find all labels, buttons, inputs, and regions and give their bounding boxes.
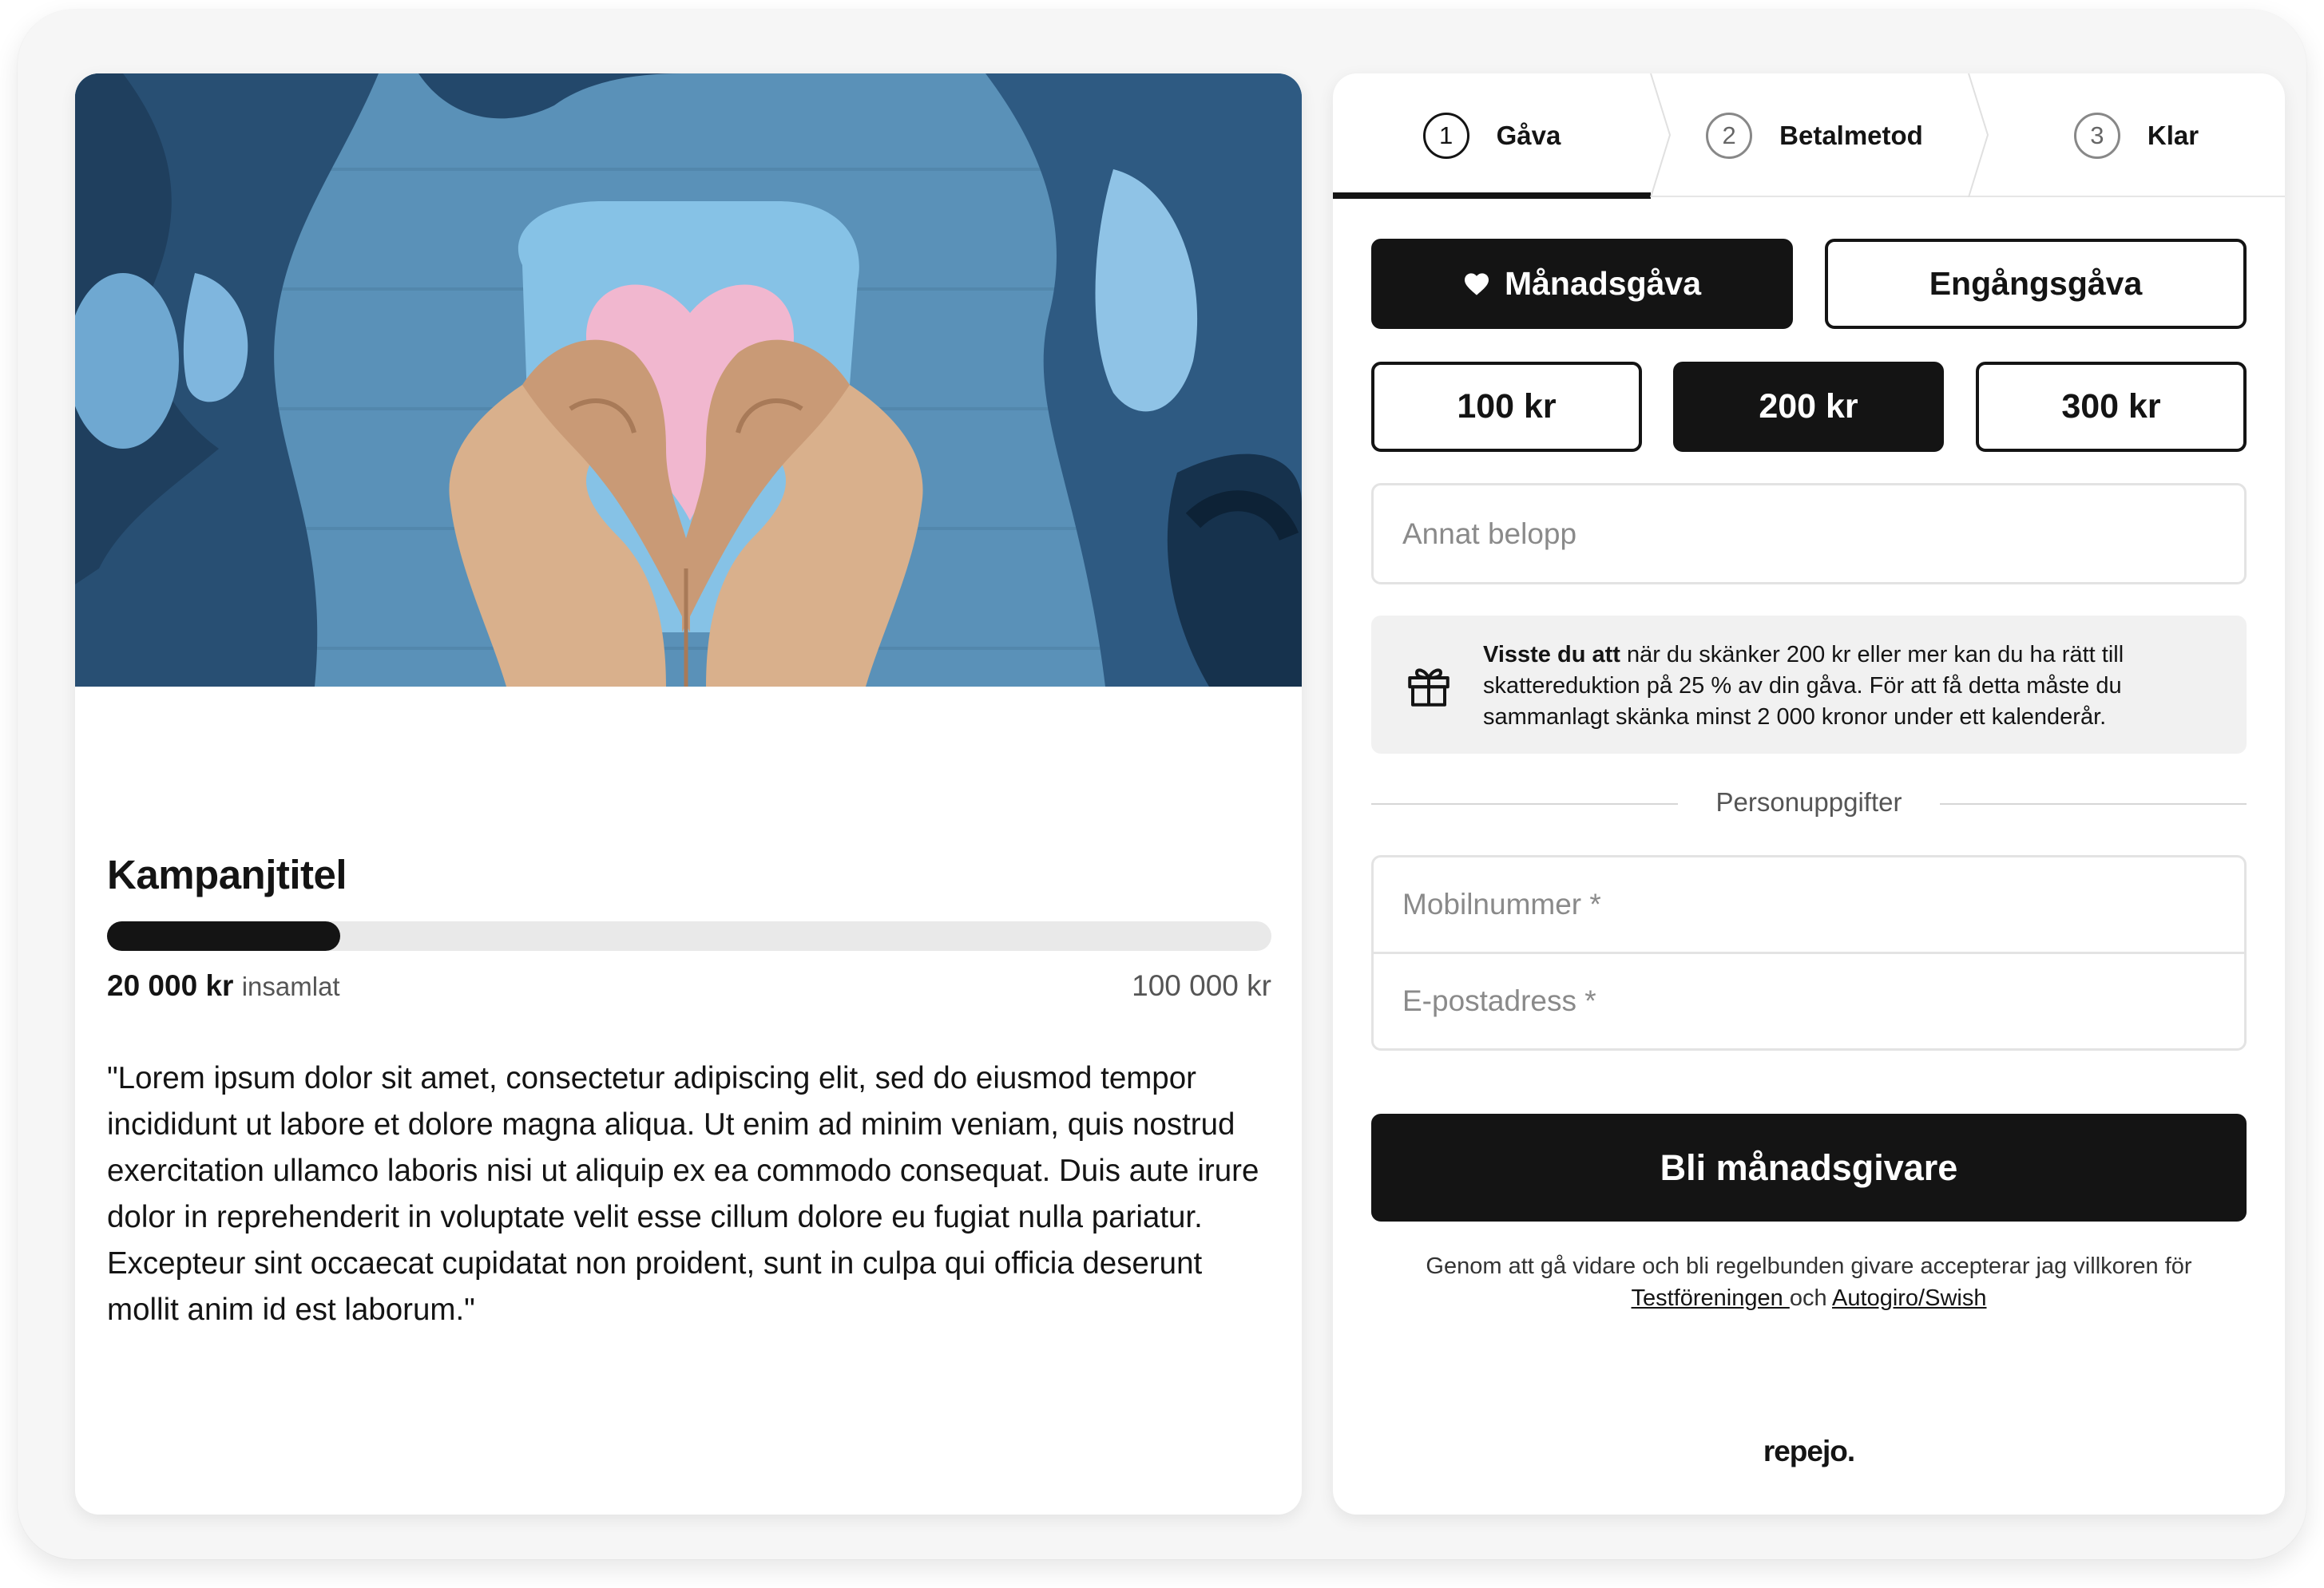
mobile-placeholder: Mobilnummer *	[1402, 888, 1601, 921]
terms-and: och	[1789, 1285, 1833, 1311]
amount-option-label: 200 kr	[1759, 387, 1858, 426]
amount-option-label: 100 kr	[1457, 387, 1557, 426]
email-input[interactable]: E-postadress *	[1371, 952, 2247, 1051]
gift-icon	[1408, 668, 1450, 707]
step-number: 3	[2073, 112, 2120, 159]
campaign-title: Kampanjtitel	[107, 852, 347, 897]
campaign-description: "Lorem ipsum dolor sit amet, consectetur…	[107, 1061, 1259, 1327]
tax-deduction-info: Visste du att när du skänker 200 kr elle…	[1371, 616, 2247, 754]
one-time-gift-label: Engångsgåva	[1929, 265, 2143, 302]
terms-body: Genom att gå vidare och bli regelbunden …	[1426, 1253, 2192, 1279]
terms-text: Genom att gå vidare och bli regelbunden …	[1371, 1250, 2247, 1314]
goal-amount: 100 000 kr	[1132, 969, 1271, 1002]
brand-logo: repejo.	[1763, 1435, 1855, 1467]
step-label: Gåva	[1496, 120, 1561, 150]
amount-option-label: 300 kr	[2061, 387, 2161, 426]
campaign-hero-image	[75, 73, 1302, 687]
fundraising-progress-bar	[107, 921, 1271, 951]
step-label: Betalmetod	[1779, 120, 1923, 150]
raised-amount-row: 20 000 kr insamlat	[107, 969, 340, 1003]
campaign-card: Kampanjtitel 20 000 kr insamlat 100 000 …	[75, 73, 1302, 1515]
personal-info-heading: Personuppgifter	[1715, 787, 1902, 817]
other-amount-input[interactable]: Annat belopp	[1371, 483, 2247, 584]
terms-link-organization[interactable]: Testföreningen	[1632, 1285, 1790, 1311]
raised-label: insamlat	[241, 972, 340, 1001]
fundraising-progress-fill	[107, 921, 340, 951]
step-number: 2	[1706, 112, 1753, 159]
mobile-number-input[interactable]: Mobilnummer *	[1371, 855, 2247, 954]
amount-option-300[interactable]: 300 kr	[1976, 362, 2247, 452]
tax-info-text: Visste du att när du skänker 200 kr elle…	[1483, 640, 2218, 733]
heart-icon	[1464, 272, 1489, 295]
app-frame: Kampanjtitel 20 000 kr insamlat 100 000 …	[18, 10, 2306, 1559]
step-done[interactable]: 3 Klar	[1988, 73, 2285, 197]
step-label: Klar	[2147, 120, 2199, 150]
cta-label: Bli månadsgivare	[1660, 1146, 1958, 1188]
become-monthly-donor-button[interactable]: Bli månadsgivare	[1371, 1114, 2247, 1222]
monthly-gift-label: Månadsgåva	[1504, 265, 1702, 302]
tax-info-bold: Visste du att	[1483, 642, 1620, 667]
other-amount-placeholder: Annat belopp	[1402, 517, 1577, 550]
email-placeholder: E-postadress *	[1402, 984, 1596, 1017]
donation-form-card: 1 Gåva 2 Betalmetod 3 Klar Månadsgåva En…	[1333, 73, 2285, 1515]
raised-amount: 20 000 kr	[107, 969, 234, 1002]
step-payment-method[interactable]: 2 Betalmetod	[1660, 73, 1969, 197]
step-number: 1	[1422, 112, 1469, 159]
monthly-gift-button[interactable]: Månadsgåva	[1371, 239, 1793, 329]
one-time-gift-button[interactable]: Engångsgåva	[1825, 239, 2247, 329]
terms-link-autogiro-swish[interactable]: Autogiro/Swish	[1832, 1285, 1986, 1311]
personal-info-divider: Personuppgifter	[1371, 787, 2247, 819]
amount-option-100[interactable]: 100 kr	[1371, 362, 1642, 452]
step-indicator: 1 Gåva 2 Betalmetod 3 Klar	[1333, 73, 2285, 199]
step-gift[interactable]: 1 Gåva	[1333, 73, 1651, 199]
amount-option-200[interactable]: 200 kr	[1673, 362, 1944, 452]
